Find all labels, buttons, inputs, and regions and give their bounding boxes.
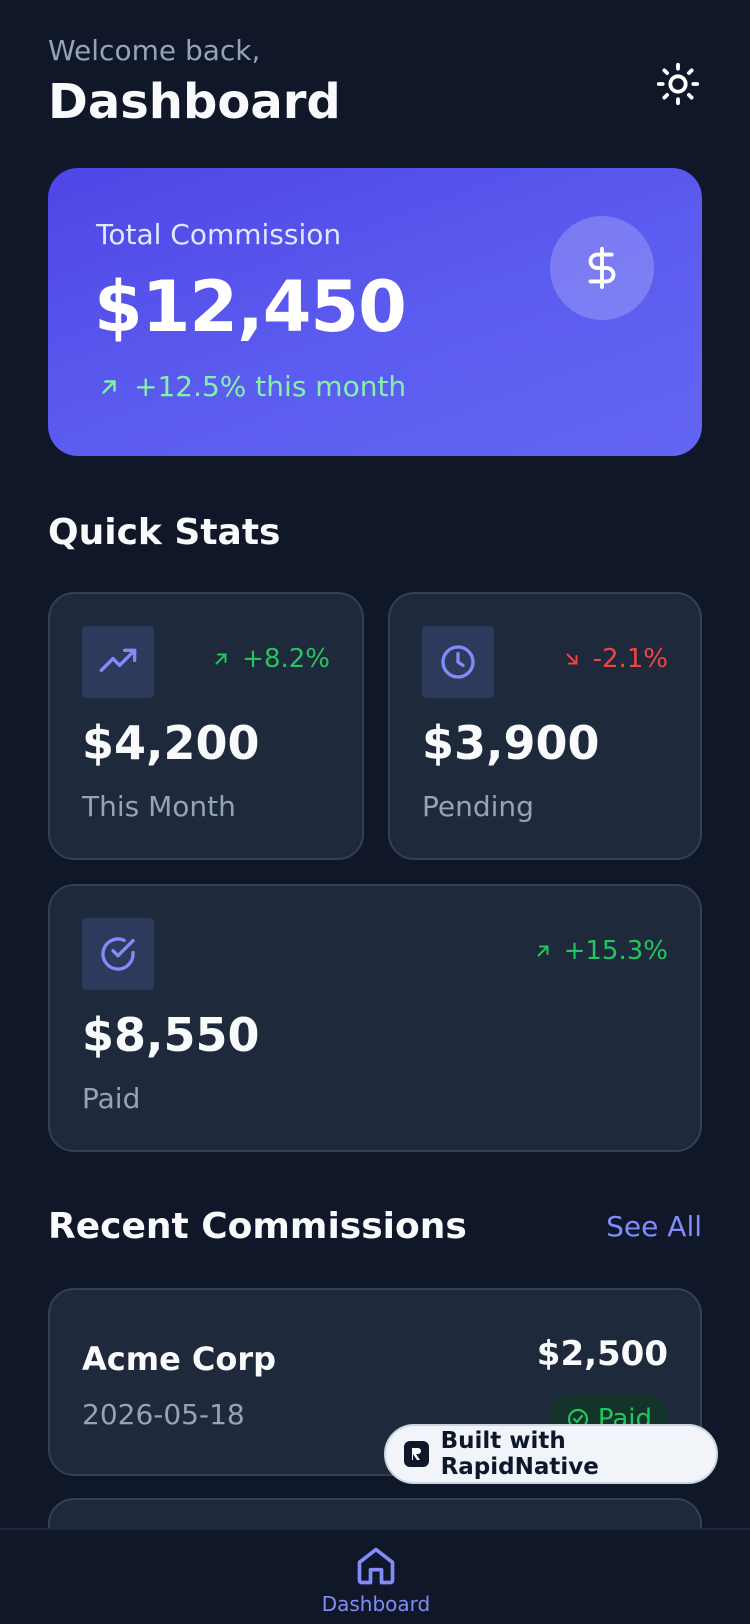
nav-item-label: Dashboard: [321, 1592, 431, 1616]
stat-trend-text: +8.2%: [242, 644, 330, 674]
arrow-up-right-icon: [215, 653, 227, 665]
welcome-text: Welcome back,: [48, 34, 261, 67]
stat-label: Pending: [422, 790, 534, 823]
stat-icon-box: [82, 626, 154, 698]
nav-item-dashboard[interactable]: Dashboard: [316, 1544, 436, 1616]
stat-value: $3,900: [422, 716, 600, 770]
total-commission-trend-text: +12.5% this month: [134, 370, 407, 403]
see-all-link[interactable]: See All: [606, 1210, 702, 1243]
bottom-nav: Dashboard: [0, 1528, 750, 1624]
built-with-badge[interactable]: Built with RapidNative: [384, 1424, 718, 1484]
rapidnative-logo-icon: [404, 1441, 429, 1467]
commission-amount: $2,500: [536, 1334, 668, 1374]
recent-commissions-title: Recent Commissions: [48, 1206, 467, 1247]
stat-trend-text: +15.3%: [563, 936, 668, 966]
stat-icon-box: [82, 918, 154, 990]
home-icon: [357, 1547, 395, 1585]
stat-trend-text: -2.1%: [592, 644, 668, 674]
commission-date: 2026-05-18: [82, 1398, 245, 1431]
total-commission-amount: $12,450: [94, 266, 407, 348]
total-commission-card: Total Commission $12,450 +12.5% this mon…: [48, 168, 702, 456]
stat-value: $4,200: [82, 716, 260, 770]
theme-toggle-button[interactable]: [654, 60, 702, 108]
quick-stats-title: Quick Stats: [48, 512, 281, 553]
trending-up-icon: [99, 648, 137, 672]
arrow-up-right-icon: [102, 379, 116, 394]
sun-icon: [656, 62, 700, 106]
built-with-text: Built with RapidNative: [440, 1428, 599, 1480]
stat-card-paid[interactable]: +15.3% $8,550 Paid: [48, 884, 702, 1152]
dollar-icon: [588, 246, 616, 290]
stat-trend: +15.3%: [534, 936, 668, 966]
stat-card-pending[interactable]: -2.1% $3,900 Pending: [388, 592, 702, 860]
stat-trend: +8.2%: [212, 644, 330, 674]
dashboard-screen: Welcome back, Dashboard Total Commission…: [0, 0, 750, 1624]
commission-company: Acme Corp: [82, 1340, 277, 1378]
arrow-down-right-icon: [566, 653, 578, 665]
stat-trend: -2.1%: [563, 644, 668, 674]
stat-label: Paid: [82, 1082, 141, 1115]
stat-value: $8,550: [82, 1008, 260, 1062]
stat-label: This Month: [82, 790, 236, 823]
clock-icon: [441, 645, 475, 679]
arrow-up-right-icon: [537, 945, 549, 957]
total-commission-label: Total Commission: [96, 218, 342, 251]
dollar-icon-badge: [550, 216, 654, 320]
stat-icon-box: [422, 626, 494, 698]
page-title: Dashboard: [48, 74, 341, 130]
check-circle-icon: [101, 937, 135, 971]
total-commission-trend: +12.5% this month: [98, 370, 406, 403]
stat-card-this-month[interactable]: +8.2% $4,200 This Month: [48, 592, 364, 860]
